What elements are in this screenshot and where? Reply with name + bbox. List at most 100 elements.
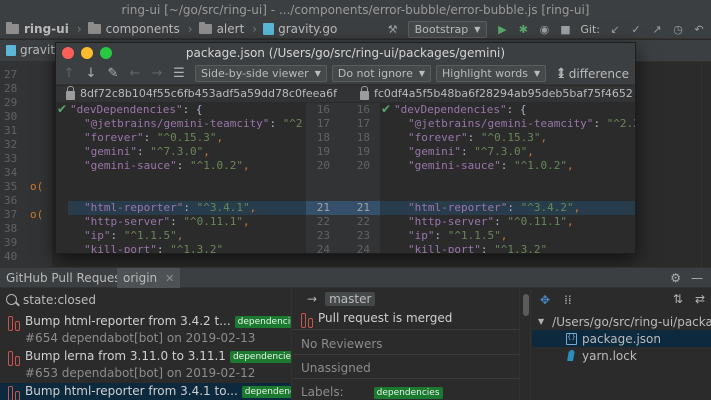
- window-title: ring-ui [~/go/src/ring-ui] - .../compone…: [0, 0, 711, 20]
- highlight-mode-select[interactable]: Highlight words ▼: [436, 65, 547, 82]
- line-number: 29: [4, 96, 18, 109]
- code-line: "@jetbrains/gemini-teamcity": "^2.2.: [408, 117, 635, 130]
- expand-all-icon[interactable]: ⇅: [673, 292, 683, 306]
- details-scrollbar[interactable]: [519, 289, 531, 400]
- labels-row[interactable]: Labels: dependencies: [301, 385, 443, 399]
- revision-hashes: 8df72c8b104f55c6fb453adf5a59dd78c0feea6f…: [56, 86, 635, 102]
- left-line-number: 19: [316, 145, 330, 158]
- pull-request-list: state:closed Bump html-reporter from 3.4…: [0, 289, 292, 400]
- editor-scrollbar[interactable]: [701, 62, 711, 267]
- file-name: package.json: [582, 331, 662, 346]
- close-tab-icon[interactable]: ✕: [165, 272, 174, 285]
- breadcrumb-label: components: [105, 22, 180, 36]
- divider: [293, 329, 519, 330]
- code-line: "forever": "^0.15.3",: [408, 131, 548, 144]
- tree-node-folder[interactable]: ▼ /Users/go/src/ring-ui/packages: [532, 313, 711, 330]
- pull-request-details: → master Pull request is merged No Revie…: [293, 289, 519, 400]
- stop-icon[interactable]: ■: [559, 23, 571, 36]
- history-icon[interactable]: ◷: [672, 23, 684, 36]
- chevron-down-icon: ▼: [533, 69, 541, 78]
- rollback-icon[interactable]: ↶: [693, 23, 705, 36]
- right-line-number: 18: [356, 131, 370, 144]
- pull-requests-header: GitHub Pull Requests: origin ✕ ⚙ —: [0, 267, 711, 288]
- previous-difference-icon[interactable]: ↑: [58, 63, 80, 85]
- left-line-number: 23: [316, 229, 330, 242]
- tree-node-file[interactable]: package.json: [532, 330, 711, 347]
- assignees[interactable]: Unassigned: [301, 361, 371, 375]
- debug-icon[interactable]: ✱: [517, 23, 529, 36]
- coverage-icon[interactable]: ◉: [538, 23, 550, 36]
- tab-origin[interactable]: origin ✕: [117, 268, 181, 288]
- tree-node-file[interactable]: yarn.lock: [532, 347, 711, 364]
- code-line-changed: "html-reporter": "^3.4.2",: [408, 201, 581, 214]
- line-number: 37: [4, 208, 18, 221]
- line-number: 38: [4, 222, 18, 235]
- minimize-window-button[interactable]: [81, 47, 93, 59]
- list-item[interactable]: Bump html-reporter from 3.4.2 t... depend…: [0, 313, 291, 348]
- collapse-all-icon[interactable]: ⇄: [695, 292, 705, 306]
- back-icon[interactable]: ←: [124, 63, 146, 85]
- right-line-number: 23: [356, 229, 370, 242]
- group-by-icon[interactable]: ⁞⁞: [564, 293, 572, 307]
- close-window-button[interactable]: [62, 47, 74, 59]
- file-name: yarn.lock: [582, 348, 637, 363]
- next-difference-icon[interactable]: ↓: [80, 63, 102, 85]
- diff-dialog: package.json (/Users/go/src/ring-ui/pack…: [55, 42, 636, 254]
- line-number: 34: [4, 166, 18, 179]
- breadcrumb-alert[interactable]: alert ›: [193, 22, 257, 36]
- right-hash: fc0df4a5f5b48ba6f28294ab95deb5baf75f4652: [374, 87, 633, 100]
- run-configuration-select[interactable]: Bootstrap ▼: [407, 21, 488, 38]
- code-line-changed: "html-reporter": "^3.4.1",: [84, 201, 257, 214]
- edit-source-icon[interactable]: ✎: [102, 63, 124, 85]
- code-line: "devDependencies": {: [394, 103, 527, 116]
- run-icon[interactable]: ▶: [496, 23, 508, 36]
- ignore-whitespace-select[interactable]: Do not ignore ▼: [331, 65, 431, 82]
- viewer-mode-select[interactable]: Side-by-side viewer ▼: [195, 65, 327, 82]
- folder-path: /Users/go/src/ring-ui/packages: [552, 314, 711, 329]
- list-item[interactable]: Bump lerna from 3.11.0 to 3.11.1 dependen…: [0, 348, 291, 383]
- settings-list-icon[interactable]: ☰: [168, 63, 190, 85]
- code-line: "http-server": "^0.11.1",: [84, 215, 250, 228]
- breadcrumb-project[interactable]: ring-ui ›: [0, 22, 82, 36]
- left-line-number: 22: [316, 215, 330, 228]
- line-number: 36: [4, 194, 18, 207]
- go-file-icon: [263, 23, 275, 35]
- gear-icon[interactable]: ⚙: [670, 271, 681, 285]
- lock-icon: [360, 86, 369, 100]
- hide-panel-icon[interactable]: —: [691, 271, 703, 285]
- label-badge: dependencies: [241, 386, 291, 398]
- hammer-icon[interactable]: ⚒: [387, 23, 399, 36]
- reviewers[interactable]: No Reviewers: [301, 337, 383, 351]
- pr-search-field[interactable]: state:closed: [0, 289, 291, 310]
- breadcrumb-components[interactable]: components ›: [82, 22, 193, 36]
- code-line: "gemini-sauce": "^1.0.2",: [84, 159, 250, 172]
- vcs-push-icon[interactable]: ↗: [651, 23, 663, 36]
- left-line-number: 17: [316, 117, 330, 130]
- vcs-commit-icon[interactable]: ✓: [630, 23, 642, 36]
- left-editor[interactable]: ✔ "devDependencies": { "@jetbrains/gemin…: [56, 103, 306, 253]
- forward-icon[interactable]: →: [146, 63, 168, 85]
- diff-content: ✔ "devDependencies": { "@jetbrains/gemin…: [56, 103, 635, 253]
- show-diff-icon[interactable]: ✥: [540, 293, 550, 307]
- list-item-selected[interactable]: Bump html-reporter from 3.4.1 to... depen…: [0, 383, 291, 400]
- right-editor[interactable]: ✔ "devDependencies": { "@jetbrains/gemin…: [380, 103, 635, 253]
- right-line-number: 22: [356, 215, 370, 228]
- label-badge: dependencies: [234, 316, 291, 328]
- breadcrumb-file[interactable]: gravity.go: [257, 22, 337, 36]
- editor-tab-gravity[interactable]: gravity: [6, 43, 62, 57]
- diff-toolbar: ↑ ↓ ✎ ← → ☰ Side-by-side viewer ▼ Do not…: [56, 63, 635, 85]
- maximize-window-button[interactable]: [100, 47, 112, 59]
- right-line-number: 20: [356, 159, 370, 172]
- tool-window-actions: ⚙ —: [670, 271, 703, 285]
- pull-request-icon: [8, 351, 20, 366]
- vcs-update-icon[interactable]: ↙: [609, 23, 621, 36]
- scrollbar-thumb[interactable]: [523, 294, 529, 316]
- pr-meta: #654 dependabot[bot] on 2019-02-13: [25, 331, 256, 345]
- search-icon: [6, 294, 17, 305]
- divider: [293, 354, 519, 355]
- folder-icon: [6, 22, 19, 34]
- code-line: "forever": "^0.15.3",: [84, 131, 224, 144]
- code-line: "ip": "^1.1.5",: [84, 229, 184, 242]
- code-line: "gemini": "^7.3.0",: [408, 145, 534, 158]
- code-fragment: o(: [30, 208, 44, 221]
